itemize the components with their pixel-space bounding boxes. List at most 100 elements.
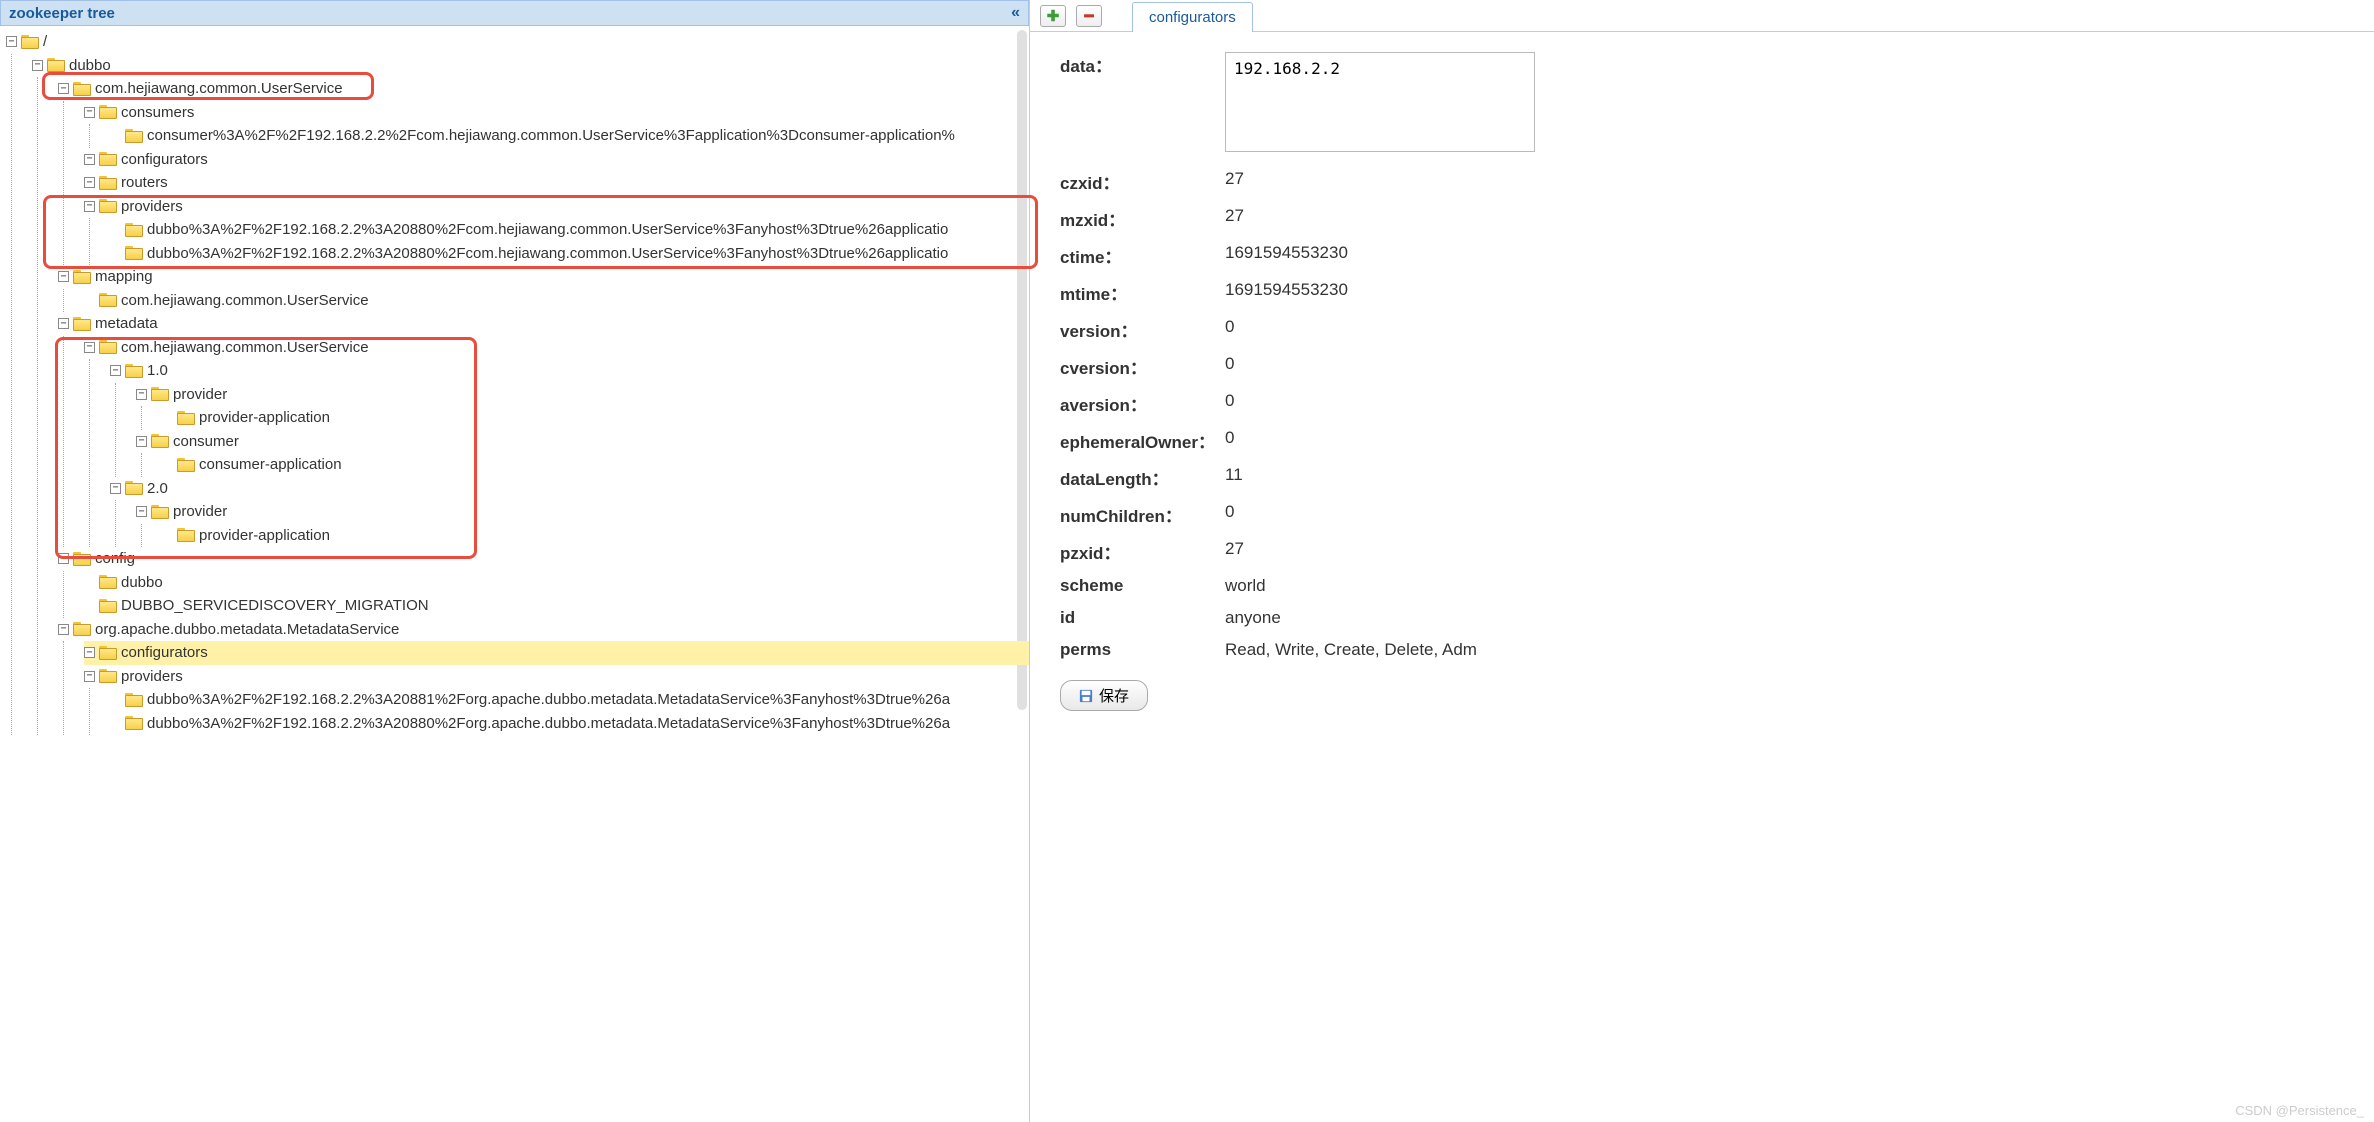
- node-label: consumer%3A%2F%2F192.168.2.2%2Fcom.hejia…: [147, 124, 955, 148]
- tree-node[interactable]: dubbo%3A%2F%2F192.168.2.2%3A20881%2Forg.…: [110, 688, 1029, 712]
- detail-value: world: [1225, 576, 2344, 596]
- tree-node[interactable]: configurators: [84, 641, 1029, 665]
- tree-node[interactable]: 1.0: [110, 359, 1029, 383]
- tree-node[interactable]: org.apache.dubbo.metadata.MetadataServic…: [58, 618, 1029, 642]
- toggle-icon[interactable]: [58, 83, 69, 94]
- toggle-icon[interactable]: [6, 36, 17, 47]
- node-label: configurators: [121, 641, 208, 665]
- detail-label: pzxid：: [1060, 539, 1225, 564]
- toggle-icon: [110, 718, 121, 729]
- folder-icon: [125, 481, 143, 495]
- detail-label: perms: [1060, 640, 1225, 660]
- toggle-icon[interactable]: [136, 506, 147, 517]
- tree-node[interactable]: com.hejiawang.common.UserService: [84, 336, 1029, 360]
- tree-node[interactable]: config: [58, 547, 1029, 571]
- details-list: data：czxid：27mzxid：27ctime：1691594553230…: [1030, 32, 2374, 731]
- folder-icon: [151, 434, 169, 448]
- detail-value: 1691594553230: [1225, 243, 2344, 263]
- toggle-icon[interactable]: [110, 365, 121, 376]
- toggle-icon[interactable]: [58, 624, 69, 635]
- detail-row: cversion：0: [1060, 354, 2344, 379]
- folder-icon: [125, 129, 143, 143]
- folder-icon: [99, 105, 117, 119]
- zookeeper-tree[interactable]: /dubbocom.hejiawang.common.UserServiceco…: [0, 26, 1029, 739]
- toggle-icon[interactable]: [58, 271, 69, 282]
- toggle-icon[interactable]: [84, 177, 95, 188]
- delete-button[interactable]: ━: [1076, 5, 1102, 27]
- toggle-icon: [110, 694, 121, 705]
- watermark: CSDN @Persistence_: [2235, 1103, 2364, 1118]
- tree-node[interactable]: dubbo%3A%2F%2F192.168.2.2%3A20880%2Forg.…: [110, 712, 1029, 736]
- toolbar: ✚ ━ configurators: [1030, 0, 2374, 32]
- save-button[interactable]: 保存: [1060, 680, 1148, 711]
- detail-value: Read, Write, Create, Delete, Adm: [1225, 640, 2344, 660]
- detail-value: 0: [1225, 391, 2344, 411]
- tree-node[interactable]: dubbo: [84, 571, 1029, 595]
- tree-node[interactable]: dubbo%3A%2F%2F192.168.2.2%3A20880%2Fcom.…: [110, 218, 1029, 242]
- tree-node[interactable]: mapping: [58, 265, 1029, 289]
- node-label: routers: [121, 171, 168, 195]
- toggle-icon[interactable]: [84, 154, 95, 165]
- folder-icon: [177, 458, 195, 472]
- toggle-icon[interactable]: [84, 342, 95, 353]
- toggle-icon[interactable]: [58, 553, 69, 564]
- tree-node[interactable]: dubbo: [32, 54, 1029, 78]
- toggle-icon: [162, 412, 173, 423]
- tree-node[interactable]: consumer%3A%2F%2F192.168.2.2%2Fcom.hejia…: [110, 124, 1029, 148]
- folder-icon: [73, 82, 91, 96]
- folder-icon: [99, 669, 117, 683]
- tree-node[interactable]: provider-application: [162, 406, 1029, 430]
- node-label: mapping: [95, 265, 153, 289]
- toggle-icon[interactable]: [136, 389, 147, 400]
- tree-node[interactable]: DUBBO_SERVICEDISCOVERY_MIGRATION: [84, 594, 1029, 618]
- tree-node[interactable]: consumer-application: [162, 453, 1029, 477]
- tree-node[interactable]: consumer: [136, 430, 1029, 454]
- toggle-icon[interactable]: [84, 671, 95, 682]
- detail-row: schemeworld: [1060, 576, 2344, 596]
- save-label: 保存: [1099, 685, 1129, 706]
- toggle-icon[interactable]: [136, 436, 147, 447]
- tree-node[interactable]: providers: [84, 665, 1029, 689]
- tree-node[interactable]: consumers: [84, 101, 1029, 125]
- toggle-icon[interactable]: [32, 60, 43, 71]
- folder-icon: [177, 528, 195, 542]
- tree-node[interactable]: configurators: [84, 148, 1029, 172]
- tree-node[interactable]: com.hejiawang.common.UserService: [84, 289, 1029, 313]
- toggle-icon[interactable]: [110, 483, 121, 494]
- folder-icon: [125, 246, 143, 260]
- detail-value: 11: [1225, 465, 2344, 485]
- tree-node[interactable]: provider: [136, 500, 1029, 524]
- node-label: consumers: [121, 101, 194, 125]
- toggle-icon[interactable]: [58, 318, 69, 329]
- tree-node[interactable]: metadata: [58, 312, 1029, 336]
- node-label: /: [43, 30, 47, 54]
- collapse-icon[interactable]: «: [1011, 4, 1020, 22]
- detail-row: version：0: [1060, 317, 2344, 342]
- data-textarea[interactable]: [1225, 52, 1535, 152]
- detail-value: 0: [1225, 354, 2344, 374]
- detail-label: ctime：: [1060, 243, 1225, 268]
- tree-node[interactable]: providers: [84, 195, 1029, 219]
- tree-node[interactable]: com.hejiawang.common.UserService: [58, 77, 1029, 101]
- add-button[interactable]: ✚: [1040, 5, 1066, 27]
- detail-row: idanyone: [1060, 608, 2344, 628]
- detail-value: 27: [1225, 539, 2344, 559]
- node-label: com.hejiawang.common.UserService: [121, 289, 369, 313]
- toggle-icon: [110, 130, 121, 141]
- tree-node[interactable]: 2.0: [110, 477, 1029, 501]
- tree-node[interactable]: provider-application: [162, 524, 1029, 548]
- node-label: provider-application: [199, 406, 330, 430]
- tree-node[interactable]: dubbo%3A%2F%2F192.168.2.2%3A20880%2Fcom.…: [110, 242, 1029, 266]
- toggle-icon[interactable]: [84, 647, 95, 658]
- tree-node[interactable]: routers: [84, 171, 1029, 195]
- folder-icon: [99, 340, 117, 354]
- toggle-icon: [110, 224, 121, 235]
- tree-node[interactable]: /: [6, 30, 1029, 54]
- toggle-icon[interactable]: [84, 107, 95, 118]
- detail-label: version：: [1060, 317, 1225, 342]
- node-label: metadata: [95, 312, 158, 336]
- toggle-icon[interactable]: [84, 201, 95, 212]
- detail-row: pzxid：27: [1060, 539, 2344, 564]
- tree-node[interactable]: provider: [136, 383, 1029, 407]
- tab-configurators[interactable]: configurators: [1132, 2, 1253, 32]
